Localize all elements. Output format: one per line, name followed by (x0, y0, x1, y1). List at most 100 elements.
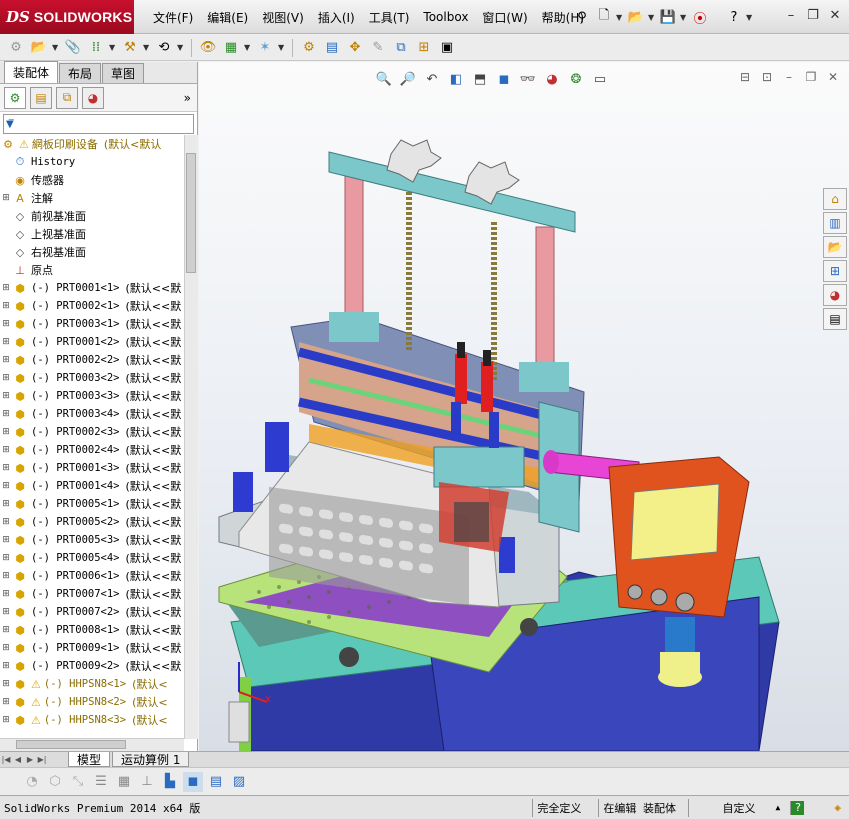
expand-icon[interactable]: ⊞ (0, 535, 12, 545)
expand-icon[interactable]: ⊞ (0, 355, 12, 365)
tree-part[interactable]: ⊞ ⬢ (-) PRT0009<1> (默认<<默 (0, 639, 184, 657)
tab-model[interactable]: 模型 (68, 752, 111, 767)
units-selector[interactable]: 自定义 ▲ (688, 798, 784, 817)
menu-file[interactable]: 文件(F) (146, 9, 200, 26)
expand-icon[interactable]: ⊞ (0, 373, 12, 383)
tree-part[interactable]: ⊞ ⬢ (-) PRT0007<1> (默认<<默 (0, 585, 184, 603)
touch-screen[interactable] (630, 483, 720, 561)
chevron-down-icon[interactable]: ▼ (244, 43, 252, 52)
tree-root-assembly[interactable]: ⚙ ⚠ 網板印刷设备 (默认<默认 (0, 135, 184, 153)
save-icon[interactable]: 💾 (658, 7, 678, 27)
home-icon[interactable]: ⌂ (823, 188, 847, 210)
tree-part[interactable]: ⊞ ⬢ (-) PRT0003<4> (默认<<默 (0, 405, 184, 423)
tab-assembly[interactable]: 装配体 (4, 61, 59, 83)
component-pattern-icon[interactable]: ⁞⁞ (86, 38, 106, 58)
control-knob[interactable] (675, 592, 695, 612)
tree-part[interactable]: ⊞ ⬢ (-) PRT0002<4> (默认<<默 (0, 441, 184, 459)
expand-icon[interactable]: ⊞ (0, 337, 12, 347)
expand-icon[interactable]: ⊞ (0, 499, 12, 509)
tree-part[interactable]: ⊞ ⬢ (-) PRT0002<2> (默认<<默 (0, 351, 184, 369)
chevron-down-icon[interactable]: ▼ (680, 13, 688, 22)
tree-part-warning[interactable]: ⊞ ⬢ ⚠ (-) HHPSN8<3> (默认< (0, 711, 184, 729)
instant3d-icon[interactable]: ▣ (437, 38, 457, 58)
assembly-model[interactable]: x (199, 62, 849, 751)
expand-icon[interactable]: ⊞ (0, 301, 12, 311)
tree-filter[interactable]: ▼̅ (3, 114, 194, 134)
tree-item[interactable]: ◉ 传感器 (0, 171, 184, 189)
new-motion-study-icon[interactable]: ⚙ (299, 38, 319, 58)
interference-detection-icon[interactable]: ⧉ (391, 38, 411, 58)
show-hidden-components-icon[interactable]: 👁 (198, 38, 218, 58)
design-library-icon[interactable]: ▥ (823, 212, 847, 234)
expand-icon[interactable]: ⊞ (0, 463, 12, 473)
expand-icon[interactable]: ⊞ (0, 517, 12, 527)
display-manager-icon[interactable]: ◕ (82, 86, 104, 109)
adjust-knob[interactable] (339, 647, 359, 667)
tree-part[interactable]: ⊞ ⬢ (-) PRT0002<3> (默认<<默 (0, 423, 184, 441)
sketch-icon[interactable]: ◔ (22, 772, 42, 792)
exploded-view-icon[interactable]: ✥ (345, 38, 365, 58)
chevron-down-icon[interactable]: ▼ (616, 13, 624, 22)
clearance-verification-icon[interactable]: ⊞ (414, 38, 434, 58)
expand-icon[interactable]: ⊞ (0, 481, 12, 491)
tree-part[interactable]: ⊞ ⬢ (-) PRT0007<2> (默认<<默 (0, 603, 184, 621)
menu-window[interactable]: 窗口(W) (475, 9, 534, 26)
move-component-icon[interactable]: ⟲ (154, 38, 174, 58)
expand-icon[interactable]: ⊞ (0, 283, 12, 293)
open-component-icon[interactable]: 📂 (29, 38, 49, 58)
scroll-thumb[interactable] (186, 153, 196, 273)
relations-icon[interactable]: ⊥ (137, 772, 157, 792)
expand-icon[interactable]: ⊞ (0, 409, 12, 419)
tree-item[interactable]: ◇ 前视基准面 (0, 207, 184, 225)
appearances-icon[interactable]: ◕ (823, 284, 847, 306)
file-explorer-icon[interactable]: 📂 (823, 236, 847, 258)
shaded-view-icon[interactable]: ◼ (183, 771, 203, 792)
expand-icon[interactable]: ⊞ (0, 193, 12, 203)
grid-icon[interactable]: ▦ (114, 772, 134, 792)
menu-toolbox[interactable]: Toolbox (416, 10, 475, 24)
expand-icon[interactable]: ⊞ (0, 427, 12, 437)
tree-part[interactable]: ⊞ ⬢ (-) PRT0005<1> (默认<<默 (0, 495, 184, 513)
next-tab-icon[interactable]: ▶ (24, 754, 36, 766)
top-beam[interactable] (328, 151, 576, 233)
graphics-area[interactable]: 🔍 🔎 ↶ ◧ ⬒ ◼ 👓 ◕ ❂ ▭ ⊟ ⊡ – ❐ ✕ x ⌂ ▥ 📂 ⊞ … (199, 62, 849, 751)
explode-line-sketch-icon[interactable]: ✎ (368, 38, 388, 58)
tree-part[interactable]: ⊞ ⬢ (-) PRT0001<4> (默认<<默 (0, 477, 184, 495)
first-tab-icon[interactable]: |◀ (0, 754, 12, 766)
tree-part[interactable]: ⊞ ⬢ (-) PRT0001<1> (默认<<默 (0, 279, 184, 297)
chart-icon[interactable]: ▙ (160, 772, 180, 792)
tree-part[interactable]: ⊞ ⬢ (-) PRT0003<1> (默认<<默 (0, 315, 184, 333)
expand-icon[interactable]: ⊞ (0, 319, 12, 329)
menu-edit[interactable]: 编辑(E) (200, 9, 255, 26)
configuration-manager-icon[interactable]: ⧉ (56, 86, 78, 109)
table-icon[interactable]: ▤ (206, 772, 226, 792)
bill-of-materials-icon[interactable]: ▤ (322, 38, 342, 58)
insert-component-icon[interactable]: ⚙ (6, 38, 26, 58)
tree-part[interactable]: ⊞ ⬢ (-) PRT0006<1> (默认<<默 (0, 567, 184, 585)
expand-icon[interactable]: ⊞ (0, 715, 12, 725)
last-tab-icon[interactable]: ▶| (36, 754, 48, 766)
menu-insert[interactable]: 插入(I) (311, 9, 362, 26)
expand-icon[interactable]: ⊞ (0, 625, 12, 635)
expand-icon[interactable]: ⊞ (0, 697, 12, 707)
tree-part[interactable]: ⊞ ⬢ (-) PRT0005<4> (默认<<默 (0, 549, 184, 567)
smart-fasteners-icon[interactable]: ⚒ (120, 38, 140, 58)
help-icon[interactable]: ? (724, 7, 744, 27)
tree-item[interactable]: ⏱ History (0, 153, 184, 171)
help-icon[interactable]: ? (790, 800, 805, 815)
tree-part-warning[interactable]: ⊞ ⬢ ⚠ (-) HHPSN8<2> (默认< (0, 693, 184, 711)
custom-properties-icon[interactable]: ▤ (823, 308, 847, 330)
tree-part[interactable]: ⊞ ⬢ (-) PRT0005<2> (默认<<默 (0, 513, 184, 531)
chevron-down-icon[interactable]: ▼ (143, 43, 151, 52)
expand-icon[interactable]: ⊞ (0, 391, 12, 401)
close-icon[interactable]: ✕ (825, 5, 845, 25)
3d-sketch-icon[interactable]: ⬡ (45, 772, 65, 792)
chevron-down-icon[interactable]: ▼ (52, 43, 60, 52)
expand-icon[interactable]: ⊞ (0, 643, 12, 653)
expand-icon[interactable]: ⊞ (0, 445, 12, 455)
rebuild-traffic-light-icon[interactable]: ⦿ (690, 7, 710, 27)
render-icon[interactable]: ▨ (229, 772, 249, 792)
chevron-down-icon[interactable]: ▼ (746, 13, 754, 22)
tree-item[interactable]: ⊞ A 注解 (0, 189, 184, 207)
restore-icon[interactable]: ❐ (803, 5, 823, 25)
